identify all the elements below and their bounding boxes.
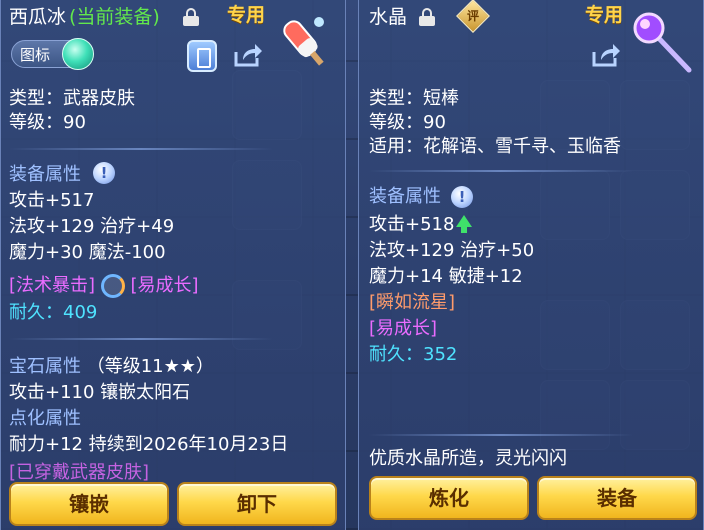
attr-section-title: 装备属性	[369, 186, 441, 207]
watermelon-ice-weapon-icon	[283, 17, 324, 66]
durability-value: 352	[423, 344, 458, 365]
exclusive-badge: 专用	[585, 4, 624, 26]
gem-level: （等级11★★）	[86, 356, 214, 377]
attr-line: 攻击+518	[369, 214, 455, 235]
attr-row: 攻击+518	[369, 214, 473, 236]
swirl-skill-icon[interactable]	[100, 274, 125, 298]
divider	[9, 338, 273, 340]
divider	[369, 170, 633, 172]
evaluate-label: 评	[466, 9, 479, 23]
dot-line: 耐力+12 持续到2026年10月23日	[9, 434, 289, 455]
inlay-button[interactable]: 镶嵌	[9, 482, 169, 526]
suitable-line: 适用：花解语、雪千寻、玉临香	[369, 136, 621, 157]
attr-line: 魔力+14 敏捷+12	[369, 266, 523, 287]
equipped-item-tooltip: 西瓜冰 (当前装备) 专用 图标 类型：武器皮肤 等级：90 装备属性 ! 攻击…	[0, 0, 346, 530]
equipped-tag: (当前装备)	[69, 6, 160, 28]
up-arrow-icon	[456, 215, 473, 233]
share-icon[interactable]	[233, 42, 263, 68]
special-skill-tag: [法术暴击]	[9, 275, 96, 296]
toggle-knob-icon	[62, 38, 94, 70]
attr-line: 法攻+129 治疗+50	[369, 240, 535, 261]
type-line: 类型：武器皮肤	[9, 88, 135, 109]
lock-icon[interactable]	[183, 8, 199, 26]
attr-line: 法攻+129 治疗+49	[9, 216, 175, 237]
durability-label: 耐久：	[9, 302, 63, 323]
divider	[369, 434, 633, 436]
skin-scroll-icon[interactable]	[187, 40, 217, 72]
durability-value: 409	[63, 302, 98, 323]
divider	[9, 148, 273, 150]
icon-toggle[interactable]: 图标	[11, 38, 94, 70]
special-skill-tag: [瞬如流星]	[369, 292, 456, 313]
item-name: 水晶	[369, 6, 408, 28]
attr-line: 魔力+30 魔法-100	[9, 242, 166, 263]
level-line: 等级：90	[9, 112, 86, 133]
lock-icon[interactable]	[419, 8, 435, 26]
evaluate-icon[interactable]: 评	[456, 0, 490, 33]
compare-item-tooltip: 水晶 评 专用 类型：短棒 等级：90 适用：花解语、雪千寻、玉临香 装备属性 …	[358, 0, 704, 530]
info-icon[interactable]: !	[93, 162, 115, 184]
durability-row: 耐久：409	[9, 302, 97, 324]
gem-row: 宝石属性 （等级11★★）	[9, 356, 214, 378]
icon-toggle-label: 图标	[20, 46, 51, 64]
share-icon[interactable]	[591, 42, 621, 68]
type-line: 类型：短棒	[369, 88, 459, 109]
dot-section-title: 点化属性	[9, 408, 81, 429]
refine-button[interactable]: 炼化	[369, 476, 529, 520]
gem-line: 攻击+110 镶嵌太阳石	[9, 382, 191, 403]
info-icon[interactable]: !	[451, 186, 473, 208]
partial-skin-line: [已穿戴武器皮肤]	[9, 462, 150, 483]
durability-label: 耐久：	[369, 344, 423, 365]
item-description: 优质水晶所造，灵光闪闪	[369, 448, 567, 469]
growth-tag: [易成长]	[130, 275, 199, 296]
unequip-button[interactable]: 卸下	[177, 482, 337, 526]
gem-section-title: 宝石属性	[9, 356, 81, 377]
special-row: [法术暴击] [易成长]	[9, 274, 199, 298]
growth-tag: [易成长]	[369, 318, 438, 339]
attr-section-title: 装备属性	[9, 164, 81, 185]
level-line: 等级：90	[369, 112, 446, 133]
attr-line: 攻击+517	[9, 190, 95, 211]
equip-button[interactable]: 装备	[537, 476, 697, 520]
exclusive-badge: 专用	[227, 4, 266, 26]
crystal-staff-icon	[633, 12, 692, 73]
item-name: 西瓜冰	[9, 6, 67, 28]
durability-row: 耐久：352	[369, 344, 457, 366]
